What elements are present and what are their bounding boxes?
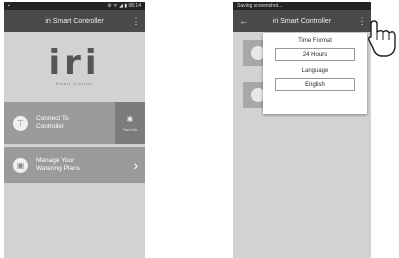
app-logo: iri Smart Control	[4, 32, 145, 99]
chevron-right-icon: ›	[133, 157, 138, 173]
language-select[interactable]: English	[275, 78, 355, 91]
status-notification: Saving screenshot...	[237, 3, 283, 9]
settings-screen: Saving screenshot... ← iri Smart Control…	[233, 2, 371, 258]
settings-popup: Time Format 24 Hours Language English	[263, 33, 367, 114]
connect-label: Connect To Controller	[36, 115, 69, 130]
manage-watering-plans-button[interactable]: ▣ Manage Your Watering Plans ›	[4, 147, 145, 183]
time-format-select[interactable]: 24 Hours	[275, 48, 355, 61]
controller-icon: ⊤	[13, 115, 28, 131]
status-bar: ▪ ⚙ ᯤ ◢ ▮ 08:14	[4, 2, 145, 10]
bluetooth-turn-on-button[interactable]: ✱ Turn On	[115, 102, 145, 144]
status-left: ▪	[8, 3, 10, 9]
app-toolbar: ← iri Smart Controller ⋮	[233, 10, 371, 32]
manage-label: Manage Your Watering Plans	[36, 157, 80, 172]
overflow-menu-icon[interactable]: ⋮	[131, 10, 141, 32]
status-right: ⚙ ᯤ ◢ ▮ 08:14	[107, 3, 141, 9]
status-bar: Saving screenshot...	[233, 2, 371, 10]
app-title: iri Smart Controller	[45, 17, 104, 25]
connect-to-controller-button[interactable]: ⊤ Connect To Controller ✱ Turn On	[4, 102, 145, 144]
logo-subtitle: Smart Control	[55, 80, 94, 86]
logo-wordmark: iri	[48, 42, 101, 83]
overflow-menu-icon[interactable]: ⋮	[357, 10, 367, 32]
app-toolbar: iri Smart Controller ⋮	[4, 10, 145, 32]
pointing-hand-icon	[368, 20, 396, 57]
language-label: Language	[301, 68, 329, 74]
turn-on-label: Turn On	[122, 126, 138, 132]
main-screen: ▪ ⚙ ᯤ ◢ ▮ 08:14 iri Smart Controller ⋮ i…	[4, 2, 145, 258]
bluetooth-icon: ✱	[126, 114, 134, 124]
time-format-label: Time Format	[298, 38, 332, 44]
back-arrow-icon[interactable]: ←	[239, 10, 248, 32]
app-title: iri Smart Controller	[272, 17, 332, 25]
plans-icon: ▣	[13, 157, 28, 173]
